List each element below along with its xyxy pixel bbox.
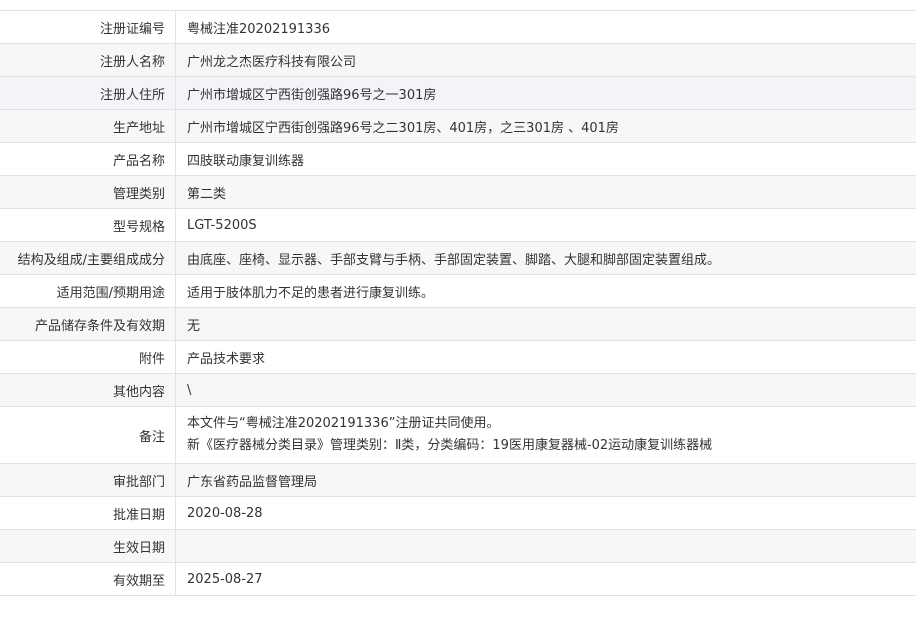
remarks-line: 本文件与“粤械注准20202191336”注册证共同使用。 [187, 416, 500, 431]
row-production-address: 生产地址 广州市增城区宁西街创强路96号之二301房、401房，之三301房 、… [0, 109, 916, 143]
row-label: 注册人名称 [0, 43, 176, 77]
row-label: 备注 [0, 406, 176, 464]
row-other-content: 其他内容 \ [0, 373, 916, 407]
row-value: \ [175, 373, 916, 407]
row-label: 型号规格 [0, 208, 176, 242]
row-value: 广州市增城区宁西街创强路96号之二301房、401房，之三301房 、401房 [175, 109, 916, 143]
row-value: 由底座、座椅、显示器、手部支臂与手柄、手部固定装置、脚踏、大腿和脚部固定装置组成… [175, 241, 916, 275]
row-label: 附件 [0, 340, 176, 374]
row-intended-use: 适用范围/预期用途 适用于肢体肌力不足的患者进行康复训练。 [0, 274, 916, 308]
row-value: 2025-08-27 [175, 562, 916, 596]
row-approval-department: 审批部门 广东省药品监督管理局 [0, 463, 916, 497]
row-remarks: 备注 本文件与“粤械注准20202191336”注册证共同使用。 新《医疗器械分… [0, 406, 916, 464]
row-value: 广州市增城区宁西街创强路96号之一301房 [175, 76, 916, 110]
row-label: 生效日期 [0, 529, 176, 563]
row-approval-date: 批准日期 2020-08-28 [0, 496, 916, 530]
row-model-spec: 型号规格 LGT-5200S [0, 208, 916, 242]
registration-detail-table: 注册证编号 粤械注准20202191336 注册人名称 广州龙之杰医疗科技有限公… [0, 10, 916, 596]
row-product-name: 产品名称 四肢联动康复训练器 [0, 142, 916, 176]
row-value: 无 [175, 307, 916, 341]
row-value: 粤械注准20202191336 [175, 10, 916, 44]
row-label: 有效期至 [0, 562, 176, 596]
row-registrant-name: 注册人名称 广州龙之杰医疗科技有限公司 [0, 43, 916, 77]
row-label: 产品名称 [0, 142, 176, 176]
row-management-category: 管理类别 第二类 [0, 175, 916, 209]
row-label: 其他内容 [0, 373, 176, 407]
row-label: 批准日期 [0, 496, 176, 530]
row-value: 四肢联动康复训练器 [175, 142, 916, 176]
row-label: 审批部门 [0, 463, 176, 497]
row-value: 第二类 [175, 175, 916, 209]
row-value: 适用于肢体肌力不足的患者进行康复训练。 [175, 274, 916, 308]
row-label: 注册证编号 [0, 10, 176, 44]
row-label: 产品储存条件及有效期 [0, 307, 176, 341]
row-expiry-date: 有效期至 2025-08-27 [0, 562, 916, 596]
row-value: 产品技术要求 [175, 340, 916, 374]
row-storage-validity: 产品储存条件及有效期 无 [0, 307, 916, 341]
remarks-line: 新《医疗器械分类目录》管理类别：Ⅱ类，分类编码：19医用康复器械-02运动康复训… [187, 438, 713, 453]
row-value [175, 529, 916, 563]
row-attachments: 附件 产品技术要求 [0, 340, 916, 374]
row-structure-composition: 结构及组成/主要组成成分 由底座、座椅、显示器、手部支臂与手柄、手部固定装置、脚… [0, 241, 916, 275]
row-value: 本文件与“粤械注准20202191336”注册证共同使用。 新《医疗器械分类目录… [175, 406, 916, 464]
row-value: 2020-08-28 [175, 496, 916, 530]
row-value: 广州龙之杰医疗科技有限公司 [175, 43, 916, 77]
row-label: 注册人住所 [0, 76, 176, 110]
row-label: 适用范围/预期用途 [0, 274, 176, 308]
row-label: 管理类别 [0, 175, 176, 209]
row-registration-number: 注册证编号 粤械注准20202191336 [0, 10, 916, 44]
row-label: 生产地址 [0, 109, 176, 143]
row-value: LGT-5200S [175, 208, 916, 242]
row-registrant-address: 注册人住所 广州市增城区宁西街创强路96号之一301房 [0, 76, 916, 110]
row-effective-date: 生效日期 [0, 529, 916, 563]
row-value: 广东省药品监督管理局 [175, 463, 916, 497]
row-label: 结构及组成/主要组成成分 [0, 241, 176, 275]
